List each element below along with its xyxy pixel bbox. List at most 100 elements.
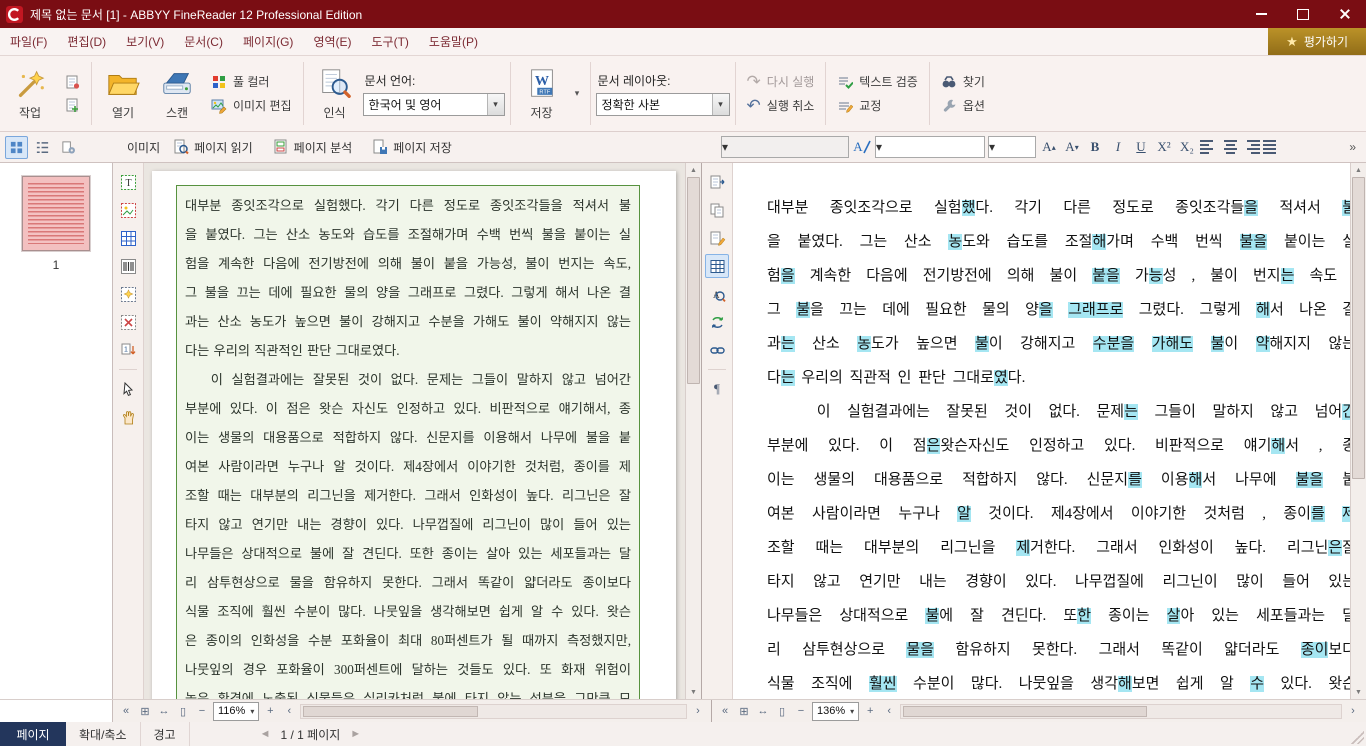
text-zoom-select[interactable]: 136% ▾	[812, 701, 860, 721]
text-line[interactable]: 험을 계속한 다음에 전기방전에 의해 불이 붙을 가능성 , 불이 번지는 속…	[767, 259, 1356, 293]
low-confidence-char[interactable]: 물을	[906, 642, 935, 658]
text-region[interactable]: 대부분 종잇조각으로 실험했다. 각기 다른 정도로 종잇조각들을 적셔서 불을…	[176, 185, 640, 699]
detail-view-button[interactable]	[31, 136, 54, 159]
align-right-button[interactable]	[1242, 138, 1260, 156]
text-line[interactable]: 과는 산소 농도가 높으면 불이 강해지고 수분을 가해도 불이 약해지지 않는	[767, 327, 1356, 361]
decrease-font-button[interactable]: A ▾	[1062, 137, 1082, 157]
next-page-icon[interactable]: ►	[350, 728, 361, 740]
reorder-areas-tool[interactable]: 1	[116, 338, 140, 362]
low-confidence-char[interactable]: 는	[1280, 268, 1295, 284]
text-line[interactable]: 그 불을 끄는 데에 필요한 물의 양을 그래프로 그렸다. 그렇게 해서 나온…	[767, 293, 1356, 327]
scan-button[interactable]: 스캔	[151, 58, 203, 129]
low-confidence-char[interactable]: 해	[1188, 472, 1203, 488]
fit-width-icon[interactable]: ↔	[156, 703, 172, 719]
scroll-left-icon[interactable]: ‹	[881, 703, 897, 719]
redo-button[interactable]: ↷ 다시 실행	[741, 72, 821, 91]
recognition-area-tool[interactable]	[116, 282, 140, 306]
increase-font-button[interactable]: A ▴	[1039, 137, 1059, 157]
text-line[interactable]: 조할 때는 대부분의 리그닌을 제거한다. 그래서 인화성이 높다. 리그닌은잘	[767, 531, 1356, 565]
previous-page-icon[interactable]: ◄	[260, 728, 271, 740]
new-document-button[interactable]	[58, 73, 86, 91]
chevron-down-icon[interactable]: ▾	[711, 93, 729, 115]
low-confidence-char[interactable]: 을	[1038, 302, 1053, 318]
superscript-button[interactable]: X²	[1154, 137, 1174, 157]
evaluate-button[interactable]: ★ 평가하기	[1268, 28, 1366, 55]
low-confidence-char[interactable]: 수	[1250, 676, 1265, 692]
menu-edit[interactable]: 편집(D)	[57, 28, 116, 55]
text-line[interactable]: 여본 사람이라면 누구나 알 것이다. 제4장에서 이야기한 것처럼 , 종이를…	[767, 497, 1356, 531]
layout-select[interactable]: 정확한 사본 ▾	[595, 92, 730, 116]
low-confidence-char[interactable]: 제	[1016, 540, 1031, 556]
text-line[interactable]: 이 실험결과에는 잘못된 것이 없다. 문제는 그들이 말하지 않고 넘어간	[767, 395, 1356, 429]
font-size-select[interactable]: ▾	[988, 136, 1036, 158]
fit-width-icon[interactable]: ↔	[755, 703, 771, 719]
low-confidence-char[interactable]: 해	[1092, 234, 1107, 250]
low-confidence-char[interactable]: 훨씬	[868, 676, 897, 692]
scroll-up-icon[interactable]: ▲	[686, 163, 701, 177]
low-confidence-char[interactable]: 는	[780, 370, 795, 386]
low-confidence-char[interactable]: 그래프로	[1068, 302, 1124, 318]
verify-text-button[interactable]: 텍스트 검증	[831, 72, 924, 91]
zoom-text-tool[interactable]: A	[705, 282, 729, 306]
align-left-button[interactable]	[1200, 138, 1218, 156]
toolbar-overflow-button[interactable]: »	[1345, 140, 1360, 154]
low-confidence-char[interactable]: 불	[925, 608, 940, 624]
image-view[interactable]: 대부분 종잇조각으로 실험했다. 각기 다른 정도로 종잇조각들을 적셔서 불을…	[144, 163, 701, 699]
fit-page-icon[interactable]: ⊞	[137, 703, 153, 719]
low-confidence-char[interactable]: 를	[1310, 506, 1325, 522]
barcode-area-tool[interactable]	[116, 254, 140, 278]
edit-text-tool[interactable]	[705, 226, 729, 250]
zoom-out-button[interactable]: −	[194, 703, 210, 719]
collapse-panel-icon[interactable]: «	[717, 703, 733, 719]
scroll-right-icon[interactable]: ›	[690, 703, 706, 719]
proofread-button[interactable]: 교정	[831, 96, 924, 115]
low-confidence-char[interactable]: 수분을	[1092, 336, 1135, 352]
status-zoom-tab[interactable]: 확대/축소	[66, 722, 141, 746]
low-confidence-char[interactable]: 붙을	[1092, 268, 1120, 284]
zoom-out-button[interactable]: −	[793, 703, 809, 719]
low-confidence-char[interactable]: 불을	[1295, 472, 1324, 488]
chevron-down-icon[interactable]: ▾	[989, 140, 995, 154]
table-area-tool[interactable]	[116, 226, 140, 250]
collapse-panel-icon[interactable]: «	[118, 703, 134, 719]
new-page-button[interactable]	[58, 96, 86, 114]
low-confidence-char[interactable]: 능	[1148, 268, 1163, 284]
chevron-down-icon[interactable]: ▾	[722, 140, 728, 154]
text-vertical-scrollbar[interactable]: ▲ ▼	[1350, 163, 1366, 699]
sync-view-tool[interactable]	[705, 310, 729, 334]
text-horizontal-scrollbar[interactable]	[900, 703, 1342, 719]
low-confidence-char[interactable]: 는	[1124, 404, 1138, 420]
analyze-page-button[interactable]: 페이지 분석	[266, 136, 360, 159]
menu-area[interactable]: 영역(E)	[303, 28, 361, 55]
scrollbar-thumb[interactable]	[303, 705, 479, 717]
image-zoom-select[interactable]: 116% ▾	[213, 701, 260, 721]
low-confidence-char[interactable]: 한	[1077, 608, 1091, 624]
low-confidence-char[interactable]: 살	[1166, 608, 1181, 624]
find-button[interactable]: 찾기	[935, 72, 991, 91]
low-confidence-char[interactable]: 은	[1328, 540, 1343, 556]
page-thumbnail[interactable]	[22, 176, 90, 251]
text-line[interactable]: 을 붙였다. 그는 산소 농도와 습도를 조절해가며 수백 번씩 불을 붙이는 …	[767, 225, 1356, 259]
menu-file[interactable]: 파일(F)	[0, 28, 57, 55]
scrollbar-thumb[interactable]	[1352, 177, 1365, 479]
low-confidence-char[interactable]: 은	[926, 438, 941, 454]
fit-page-icon[interactable]: ⊞	[736, 703, 752, 719]
text-line[interactable]: 식물 조직에 훨씬 수분이 많다. 나뭇잎을 생각해보면 쉽게 알 수 있다. …	[767, 667, 1356, 699]
scanned-page[interactable]: 대부분 종잇조각으로 실험했다. 각기 다른 정도로 종잇조각들을 적셔서 불을…	[152, 171, 676, 699]
actual-size-icon[interactable]: ▯	[774, 703, 790, 719]
save-dropdown-button[interactable]: ▾	[570, 58, 585, 129]
menu-help[interactable]: 도움말(P)	[419, 28, 488, 55]
maximize-button[interactable]	[1282, 0, 1324, 28]
style-select[interactable]: ▾	[721, 136, 849, 158]
low-confidence-char[interactable]: 을	[780, 268, 795, 284]
options-button[interactable]: 옵션	[935, 96, 991, 115]
page-properties-button[interactable]	[57, 136, 80, 159]
text-area-tool[interactable]: T	[116, 170, 140, 194]
text-line[interactable]: 리 삼투현상으로 물을 함유하지 못한다. 그래서 똑같이 얇더라도 종이보다	[767, 633, 1356, 667]
image-horizontal-scrollbar[interactable]	[300, 703, 687, 719]
scroll-right-icon[interactable]: ›	[1345, 703, 1361, 719]
text-line[interactable]: 다는 우리의 직관적 인 판단 그대로였다.	[767, 361, 1356, 395]
chevron-down-icon[interactable]: ▾	[486, 93, 504, 115]
actual-size-icon[interactable]: ▯	[175, 703, 191, 719]
low-confidence-char[interactable]: 을	[1244, 200, 1258, 216]
